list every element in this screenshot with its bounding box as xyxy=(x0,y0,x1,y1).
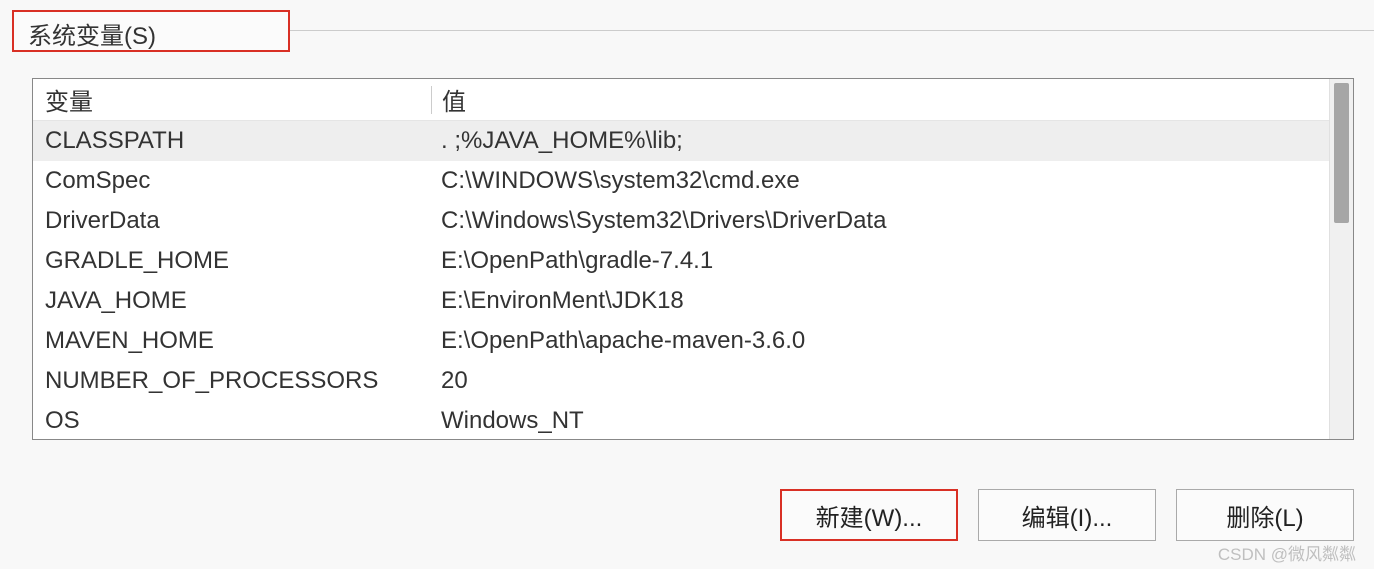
cell-variable: CLASSPATH xyxy=(33,127,431,155)
section-divider xyxy=(290,30,1374,31)
cell-variable: OS xyxy=(33,407,431,435)
table-row[interactable]: NUMBER_OF_PROCESSORS20 xyxy=(33,361,1329,401)
scrollbar-track[interactable] xyxy=(1329,79,1353,439)
table-row[interactable]: DriverDataC:\Windows\System32\Drivers\Dr… xyxy=(33,201,1329,241)
system-variables-table: 变量 值 CLASSPATH. ;%JAVA_HOME%\lib;ComSpec… xyxy=(32,78,1354,440)
table-body: CLASSPATH. ;%JAVA_HOME%\lib;ComSpecC:\WI… xyxy=(33,121,1329,439)
table-content: 变量 值 CLASSPATH. ;%JAVA_HOME%\lib;ComSpec… xyxy=(33,79,1329,439)
cell-variable: ComSpec xyxy=(33,167,431,195)
edit-button[interactable]: 编辑(I)... xyxy=(978,489,1156,541)
cell-value: . ;%JAVA_HOME%\lib; xyxy=(431,127,1329,155)
scrollbar-thumb[interactable] xyxy=(1334,83,1349,223)
cell-value: E:\EnvironMent\JDK18 xyxy=(431,287,1329,315)
cell-variable: DriverData xyxy=(33,207,431,235)
button-row: 新建(W)... 编辑(I)... 删除(L) xyxy=(780,489,1354,541)
cell-variable: NUMBER_OF_PROCESSORS xyxy=(33,367,431,395)
cell-value: C:\WINDOWS\system32\cmd.exe xyxy=(431,167,1329,195)
cell-value: E:\OpenPath\gradle-7.4.1 xyxy=(431,247,1329,275)
cell-value: E:\OpenPath\apache-maven-3.6.0 xyxy=(431,327,1329,355)
cell-value: 20 xyxy=(431,367,1329,395)
section-title-system-variables: 系统变量(S) xyxy=(12,10,290,52)
column-header-value[interactable]: 值 xyxy=(432,82,1329,117)
delete-button[interactable]: 删除(L) xyxy=(1176,489,1354,541)
cell-value: C:\Windows\System32\Drivers\DriverData xyxy=(431,207,1329,235)
table-row[interactable]: MAVEN_HOMEE:\OpenPath\apache-maven-3.6.0 xyxy=(33,321,1329,361)
table-row[interactable]: OSWindows_NT xyxy=(33,401,1329,439)
highlight-border xyxy=(12,50,290,52)
table-row[interactable]: ComSpecC:\WINDOWS\system32\cmd.exe xyxy=(33,161,1329,201)
table-row[interactable]: GRADLE_HOMEE:\OpenPath\gradle-7.4.1 xyxy=(33,241,1329,281)
cell-value: Windows_NT xyxy=(431,407,1329,435)
cell-variable: MAVEN_HOME xyxy=(33,327,431,355)
cell-variable: JAVA_HOME xyxy=(33,287,431,315)
column-header-variable[interactable]: 变量 xyxy=(33,82,431,117)
table-row[interactable]: CLASSPATH. ;%JAVA_HOME%\lib; xyxy=(33,121,1329,161)
table-row[interactable]: JAVA_HOMEE:\EnvironMent\JDK18 xyxy=(33,281,1329,321)
cell-variable: GRADLE_HOME xyxy=(33,247,431,275)
table-header[interactable]: 变量 值 xyxy=(33,79,1329,121)
watermark: CSDN @微风粼粼 xyxy=(1218,540,1356,565)
new-button[interactable]: 新建(W)... xyxy=(780,489,958,541)
